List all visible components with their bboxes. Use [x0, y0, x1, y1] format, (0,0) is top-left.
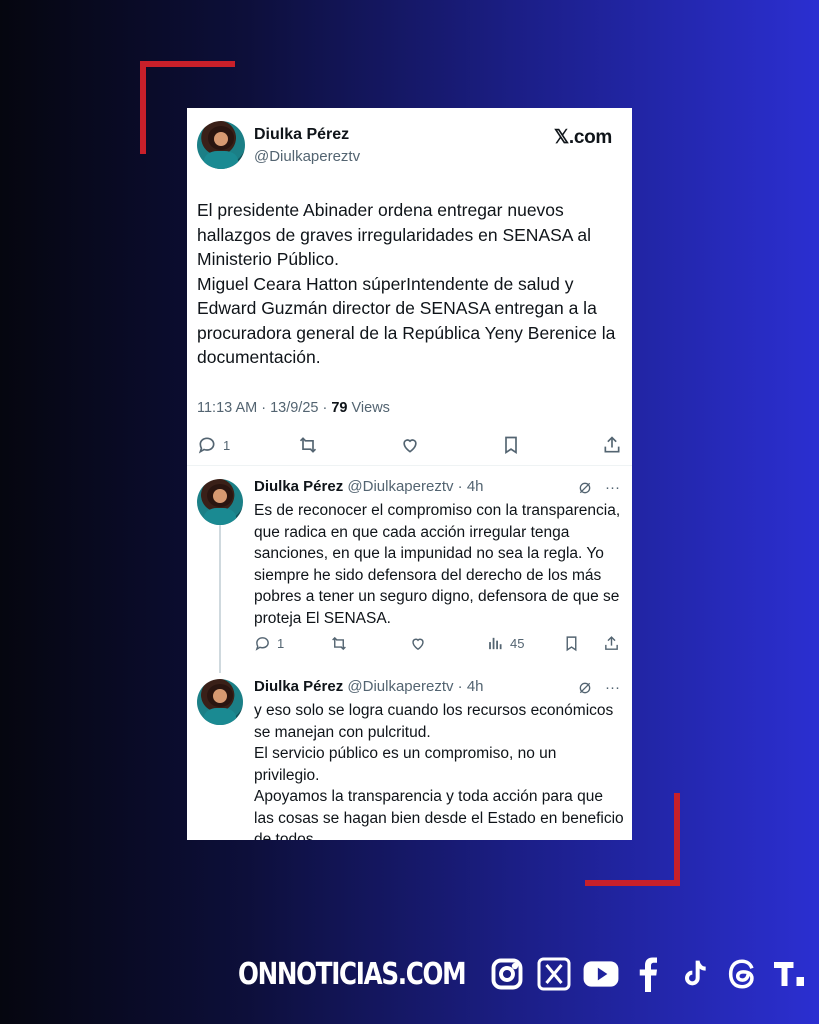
- footer-brand-bar: ONNOTICIAS.COM: [238, 955, 808, 993]
- thread-connector-line: [219, 523, 221, 673]
- retweet-button[interactable]: [297, 435, 319, 455]
- bookmark-icon: [566, 636, 577, 652]
- grok-icon[interactable]: [577, 480, 593, 496]
- telegram-t-icon[interactable]: [770, 955, 808, 993]
- tweet-text: El presidente Abinader ordena entregar n…: [197, 200, 616, 367]
- like-button[interactable]: [409, 635, 427, 652]
- facebook-icon[interactable]: [629, 955, 667, 993]
- reply-count: 1: [223, 437, 231, 453]
- author-handle[interactable]: @Diulkapereztv: [254, 148, 360, 165]
- reply-author-handle[interactable]: @Diulkapereztv · 4h: [347, 478, 483, 495]
- tweet-timestamp[interactable]: 11:13 AM · 13/9/25 ·: [197, 400, 331, 416]
- instagram-icon[interactable]: [488, 955, 526, 993]
- reply-text: Es de reconocer el compromiso con la tra…: [254, 502, 621, 627]
- reply-avatar[interactable]: [197, 479, 243, 525]
- views-label: Views: [347, 400, 390, 416]
- reply-button[interactable]: 1: [197, 435, 230, 455]
- reply-button[interactable]: 1: [254, 635, 284, 652]
- reply-tools: ···: [577, 679, 620, 696]
- more-options-icon[interactable]: ···: [605, 679, 620, 696]
- youtube-icon[interactable]: [582, 955, 620, 993]
- heart-icon: [403, 439, 417, 453]
- views-button[interactable]: 45: [487, 635, 524, 652]
- retweet-button[interactable]: [330, 635, 348, 652]
- reply-count: 1: [277, 636, 285, 651]
- author-avatar[interactable]: [197, 121, 245, 169]
- brand-name: ONNOTICIAS.COM: [238, 956, 467, 992]
- red-bracket-bottom-right-horizontal: [585, 880, 680, 886]
- author-name[interactable]: Diulka Pérez: [254, 126, 349, 144]
- share-icon: [604, 436, 620, 453]
- x-icon[interactable]: [535, 955, 573, 993]
- tweet-meta: 11:13 AM · 13/9/25 · 79 Views: [197, 400, 390, 416]
- grok-icon[interactable]: [577, 680, 593, 696]
- views-count: 45: [510, 636, 525, 651]
- retweet-icon: [332, 636, 346, 651]
- reply-tools: ···: [577, 479, 620, 496]
- bookmark-button[interactable]: [563, 635, 580, 652]
- reply-header: Diulka Pérez @Diulkapereztv · 4h: [254, 678, 484, 695]
- reply-header: Diulka Pérez @Diulkapereztv · 4h: [254, 478, 484, 495]
- threads-icon[interactable]: [723, 955, 761, 993]
- share-button[interactable]: [602, 435, 622, 455]
- reply-author-handle[interactable]: @Diulkapereztv · 4h: [347, 678, 483, 695]
- reply-author-name[interactable]: Diulka Pérez: [254, 478, 343, 495]
- red-bracket-bottom-right-vertical: [674, 793, 680, 886]
- share-icon: [605, 636, 618, 650]
- reply-icon: [255, 637, 269, 651]
- bookmark-button[interactable]: [501, 435, 521, 455]
- analytics-icon: [489, 637, 502, 650]
- x-com-logo: 𝕏.com: [553, 127, 612, 148]
- bookmark-icon: [505, 436, 517, 455]
- share-button[interactable]: [603, 635, 620, 652]
- like-button[interactable]: [399, 435, 421, 455]
- tiktok-icon[interactable]: [676, 955, 714, 993]
- reply-avatar[interactable]: [197, 679, 243, 725]
- reply-icon: [198, 437, 215, 454]
- divider: [187, 465, 632, 466]
- red-bracket-top-left-vertical: [140, 61, 146, 154]
- tweet-card: Diulka Pérez @Diulkapereztv 𝕏.com El pre…: [187, 108, 632, 840]
- more-options-icon[interactable]: ···: [605, 479, 620, 496]
- red-bracket-top-left-horizontal: [140, 61, 235, 67]
- reply-author-name[interactable]: Diulka Pérez: [254, 678, 343, 695]
- reply-text: y eso solo se logra cuando los recursos …: [254, 702, 624, 840]
- retweet-icon: [299, 437, 317, 453]
- heart-icon: [412, 638, 424, 651]
- views-count: 79: [331, 400, 348, 416]
